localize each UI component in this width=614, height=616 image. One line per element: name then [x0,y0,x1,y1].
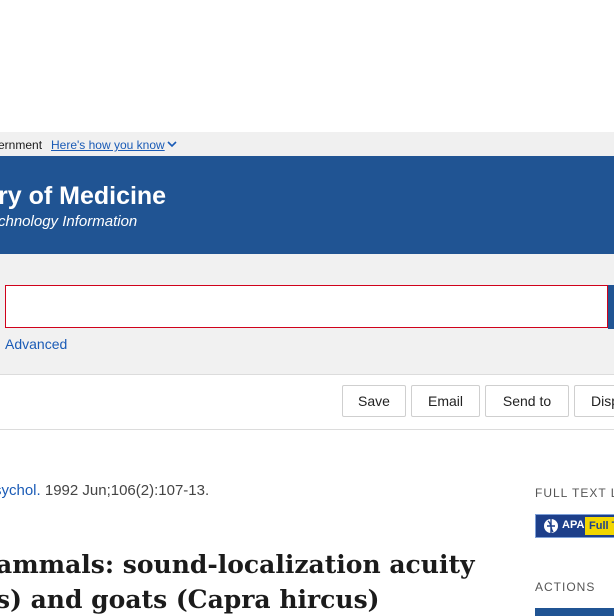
search-button[interactable] [608,285,614,329]
save-button[interactable]: Save [342,385,406,417]
toolbar-divider [0,429,614,430]
header-subtitle: chnology Information [0,213,138,230]
actions-button[interactable] [535,608,614,616]
search-input[interactable] [5,285,608,328]
heres-how-you-know-link[interactable]: Here's how you know [51,138,165,152]
actions-heading: ACTIONS [535,580,596,594]
gov-banner-text: ernment [0,138,43,152]
article-citation: sychol. 1992 Jun;106(2):107-13. [0,482,209,499]
full-text-links-heading: FULL TEXT LI [535,486,614,500]
article-title-line-1: ammals: sound-localization acuity [0,550,475,579]
journal-link[interactable]: sychol. [0,482,41,499]
header-title[interactable]: ry of Medicine [0,182,166,211]
citation-details: 1992 Jun;106(2):107-13. [40,482,210,499]
article-title-line-2: s) and goats (Capra hircus) [0,585,380,614]
chevron-down-icon[interactable] [166,139,178,149]
apa-label: APA [562,519,585,531]
email-button[interactable]: Email [411,385,480,417]
display-options-button[interactable]: Disp [574,385,614,417]
send-to-button[interactable]: Send to [485,385,569,417]
apa-full-text-label: Full T [585,517,614,535]
globe-icon [544,519,558,533]
advanced-search-link[interactable]: Advanced [5,336,67,352]
